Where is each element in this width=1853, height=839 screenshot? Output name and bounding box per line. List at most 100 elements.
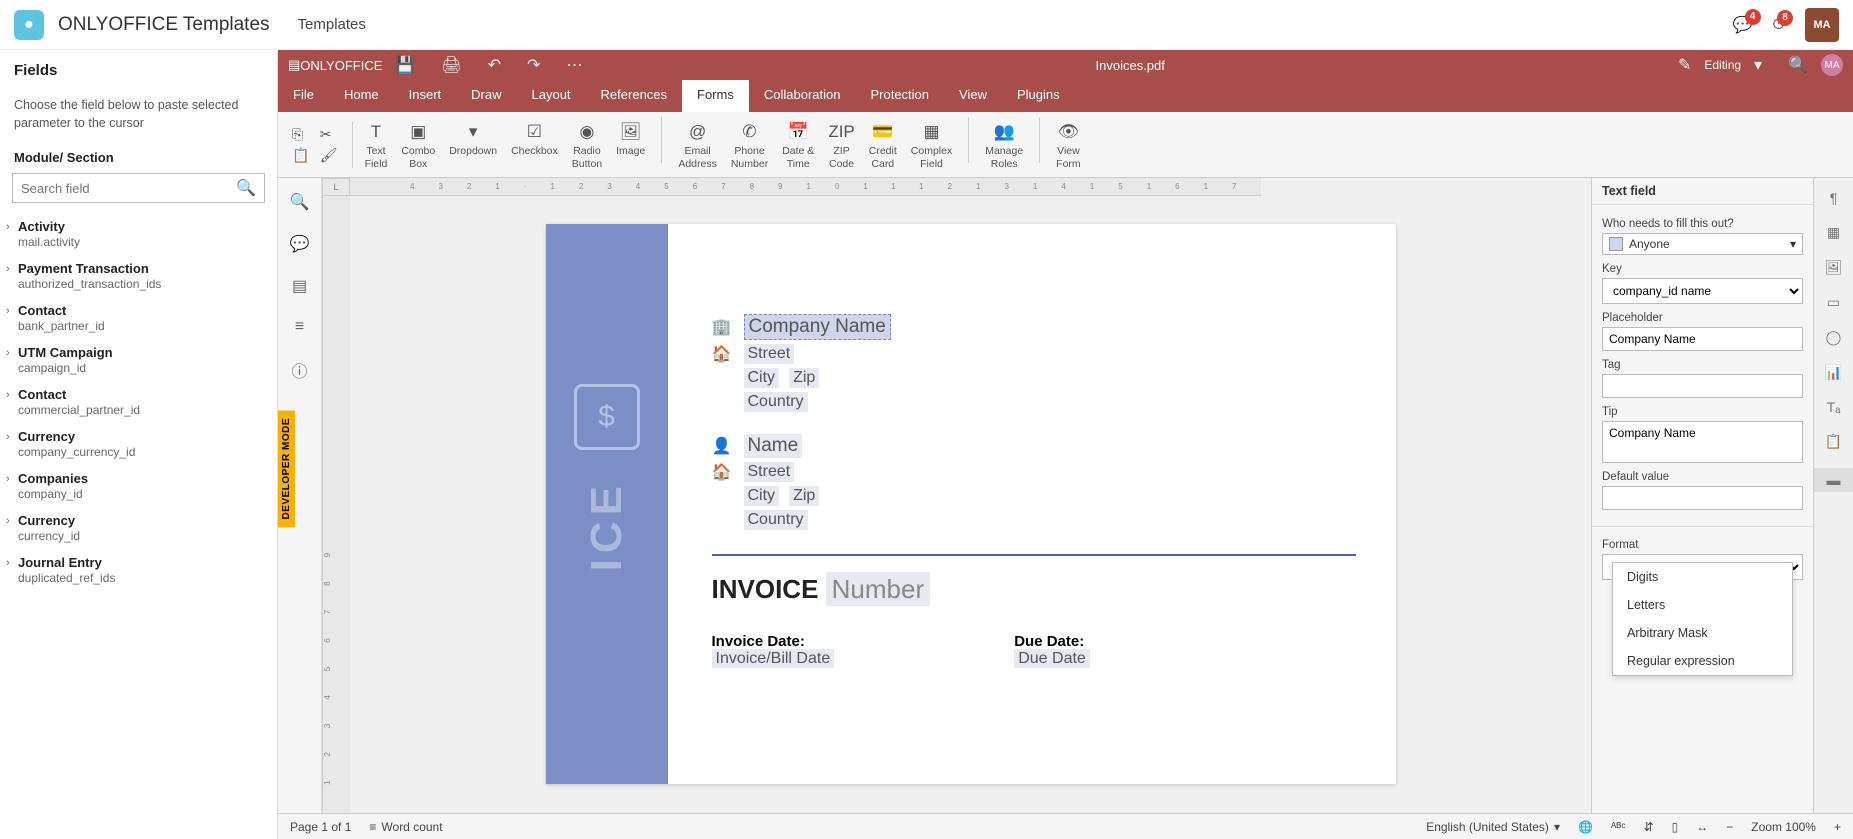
tool-credit-card[interactable]: 💳CreditCard <box>865 117 901 171</box>
page-status[interactable]: Page 1 of 1 <box>290 820 351 834</box>
undo-icon[interactable]: ↶ <box>488 55 501 75</box>
tip-input[interactable]: Company Name <box>1602 421 1803 463</box>
tool-text-field[interactable]: TTextField <box>361 117 392 171</box>
tool-zip-code[interactable]: ZIPZIPCode <box>824 117 858 171</box>
redo-icon[interactable]: ↷ <box>527 55 540 75</box>
zip-field[interactable]: Zip <box>789 368 819 388</box>
tab-protection[interactable]: Protection <box>855 80 944 112</box>
paragraph-icon[interactable]: ¶ <box>1830 190 1838 206</box>
image-icon[interactable]: 🖼 <box>1825 259 1843 276</box>
user-badge[interactable]: MA <box>1821 54 1843 76</box>
field-list[interactable]: Activitymail.activityPayment Transaction… <box>0 209 277 839</box>
zoom-label[interactable]: Zoom 100% <box>1751 820 1816 834</box>
search-input[interactable] <box>13 176 228 201</box>
cut-icon[interactable]: ✂ <box>320 126 338 143</box>
tab-home[interactable]: Home <box>329 80 394 112</box>
spellcheck-icon[interactable]: 🌐 <box>1578 820 1593 834</box>
ruler-horizontal[interactable]: 4321·1234567891011121314151617 <box>350 178 1261 196</box>
chat-icon[interactable]: ▤ <box>292 276 307 296</box>
tab-forms[interactable]: Forms <box>682 80 749 112</box>
format-option[interactable]: Arbitrary Mask <box>1613 619 1792 647</box>
templates-link[interactable]: Templates <box>298 16 366 33</box>
field-item[interactable]: Contactbank_partner_id <box>0 297 277 339</box>
field-search[interactable]: 🔍 <box>12 173 265 203</box>
avatar[interactable]: MA <box>1805 8 1839 42</box>
format-dropdown-open[interactable]: DigitsLettersArbitrary MaskRegular expre… <box>1612 562 1793 676</box>
tool-date-&-time[interactable]: 📅Date &Time <box>778 117 818 171</box>
shape-icon[interactable]: ◯ <box>1826 329 1842 346</box>
tab-draw[interactable]: Draw <box>456 80 516 112</box>
format-option[interactable]: Digits <box>1613 563 1792 591</box>
format-option[interactable]: Letters <box>1613 591 1792 619</box>
abc-icon[interactable]: ᴬᴮᶜ <box>1611 820 1626 834</box>
who-select[interactable]: Anyone ▾ <box>1602 233 1803 255</box>
language-select[interactable]: English (United States)▾ <box>1426 820 1560 834</box>
table-icon[interactable]: ▦ <box>1827 224 1840 241</box>
city2-field[interactable]: City <box>744 486 780 506</box>
print-icon[interactable]: 🖨 <box>441 55 461 75</box>
tool-dropdown[interactable]: ▾Dropdown <box>445 117 501 159</box>
invoice-number-field[interactable]: Number <box>826 572 930 606</box>
field-item[interactable]: Contactcommercial_partner_id <box>0 381 277 423</box>
tab-view[interactable]: View <box>944 80 1002 112</box>
tab-plugins[interactable]: Plugins <box>1002 80 1075 112</box>
tool-email-address[interactable]: @EmailAddress <box>674 117 721 171</box>
tool-checkbox[interactable]: ☑Checkbox <box>507 117 562 159</box>
default-input[interactable] <box>1602 486 1803 510</box>
document-page[interactable]: $ ICE 🏢Company Name 🏠Street City Zip Cou… <box>546 224 1396 784</box>
format-option[interactable]: Regular expression <box>1613 647 1792 675</box>
form-icon[interactable]: 📋 <box>1825 433 1842 450</box>
tab-collaboration[interactable]: Collaboration <box>749 80 856 112</box>
field-item[interactable]: Activitymail.activity <box>0 213 277 255</box>
format-painter-icon[interactable]: 🖌 <box>320 147 338 164</box>
chevron-down-icon[interactable]: ▾ <box>1754 55 1762 75</box>
field-item[interactable]: Currencycompany_currency_id <box>0 423 277 465</box>
tool-complex-field[interactable]: ▦ComplexField <box>907 117 956 171</box>
editing-label[interactable]: Editing <box>1704 58 1741 72</box>
zip2-field[interactable]: Zip <box>789 486 819 506</box>
form-settings-tab[interactable]: ▬ <box>1814 468 1853 492</box>
tool-manage-roles[interactable]: 👥ManageRoles <box>981 117 1027 171</box>
tracking-icon[interactable]: ⇵ <box>1644 820 1654 834</box>
find-icon[interactable]: 🔍 <box>290 192 310 212</box>
headings-icon[interactable]: ≡ <box>295 318 304 336</box>
textart-icon[interactable]: Tₐ <box>1827 399 1841 415</box>
company-name-field[interactable]: Company Name <box>744 314 891 340</box>
search-icon[interactable]: 🔍 <box>228 174 264 202</box>
tab-references[interactable]: References <box>586 80 682 112</box>
tab-layout[interactable]: Layout <box>517 80 586 112</box>
fit-page-icon[interactable]: ▯ <box>1672 820 1679 834</box>
more-icon[interactable]: ⋯ <box>566 55 582 75</box>
fit-width-icon[interactable]: ↔ <box>1696 820 1708 834</box>
info-icon[interactable]: ⓘ <box>291 358 307 382</box>
header-icon[interactable]: ▭ <box>1827 294 1840 311</box>
tab-file[interactable]: File <box>278 80 329 112</box>
placeholder-input[interactable] <box>1602 327 1803 351</box>
field-item[interactable]: Journal Entryduplicated_ref_ids <box>0 549 277 591</box>
ruler-vertical[interactable]: 123456789 <box>322 196 350 813</box>
clock-notification[interactable]: ⏱ 8 <box>1773 16 1785 34</box>
copy-icon[interactable]: ⎘ <box>292 126 310 143</box>
country2-field[interactable]: Country <box>744 510 808 530</box>
zoom-in[interactable]: + <box>1834 820 1841 834</box>
invoice-date-field[interactable]: Invoice/Bill Date <box>712 649 835 668</box>
field-item[interactable]: UTM Campaigncampaign_id <box>0 339 277 381</box>
tool-phone-number[interactable]: ✆PhoneNumber <box>727 117 772 171</box>
due-date-field[interactable]: Due Date <box>1014 649 1090 668</box>
search-icon[interactable]: 🔍 <box>1788 55 1808 75</box>
street2-field[interactable]: Street <box>744 462 795 482</box>
word-count[interactable]: ≡Word count <box>369 820 442 834</box>
tool-radio-button[interactable]: ◉RadioButton <box>568 117 606 171</box>
edit-mode-icon[interactable]: ✎ <box>1678 55 1691 75</box>
tab-insert[interactable]: Insert <box>394 80 457 112</box>
name-field[interactable]: Name <box>744 434 803 458</box>
paste-icon[interactable]: 📋 <box>292 147 310 164</box>
country-field[interactable]: Country <box>744 392 808 412</box>
key-select[interactable]: company_id name <box>1602 278 1803 304</box>
city-field[interactable]: City <box>744 368 780 388</box>
tag-input[interactable] <box>1602 374 1803 398</box>
tool-view-form[interactable]: 👁ViewForm <box>1052 117 1085 171</box>
save-icon[interactable]: 💾 <box>395 55 415 75</box>
field-item[interactable]: Currencycurrency_id <box>0 507 277 549</box>
chat-notification[interactable]: 💬 4 <box>1733 15 1753 35</box>
